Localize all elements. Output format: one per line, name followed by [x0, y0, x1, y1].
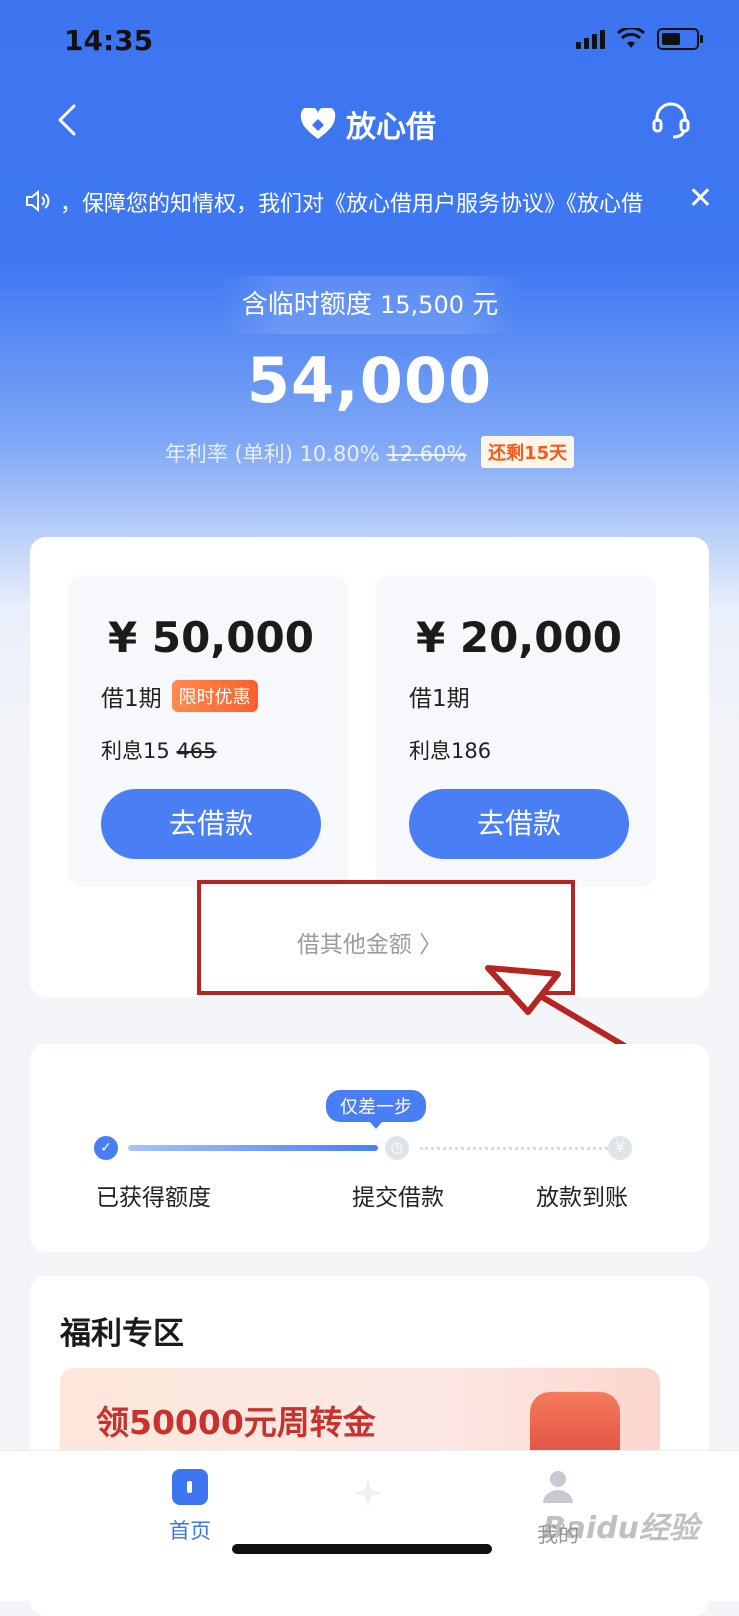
battery-icon	[657, 28, 703, 50]
notice-close-icon[interactable]: ✕	[688, 184, 713, 214]
tab-home-label: 首页	[169, 1519, 211, 1543]
customer-service-icon[interactable]	[649, 98, 693, 142]
clock-icon: ◷	[385, 1136, 409, 1160]
loan-interest: 利息15 465	[101, 735, 217, 765]
limited-offer-badge: 限时优惠	[171, 680, 258, 712]
temporary-limit-unit: 元	[472, 290, 499, 320]
progress-track-complete	[128, 1145, 378, 1151]
temporary-limit-amount: 15,500	[380, 291, 464, 319]
home-icon	[172, 1469, 208, 1505]
credit-limit-amount: 54,000	[246, 344, 493, 417]
check-icon: ✓	[94, 1136, 118, 1160]
temporary-limit-banner: 含临时额度 15,500 元	[220, 276, 520, 334]
watermark: Baidu经验	[542, 1511, 699, 1546]
notice-text: ，保障您的知情权，我们对《放心借用户服务协议》《放心借	[60, 192, 644, 217]
step-label: 提交借款	[352, 1185, 444, 1211]
loan-term-row: 借1期 限时优惠	[101, 679, 258, 713]
interest-value: 利息15	[101, 739, 170, 763]
back-icon[interactable]	[50, 100, 90, 140]
user-icon	[543, 1471, 573, 1503]
promo-banner-text: 领50000元周转金	[96, 1403, 376, 1442]
remaining-days-badge: 还剩15天	[481, 436, 575, 468]
loan-amount: ¥ 50,000	[108, 613, 314, 662]
one-step-left-badge: 仅差一步	[326, 1090, 426, 1129]
bottom-tab-bar: 首页 我的 Baidu经验	[0, 1450, 739, 1601]
section-title: 福利专区	[60, 1316, 184, 1352]
borrow-button[interactable]: 去借款	[101, 789, 321, 859]
page-title: 放心借	[346, 110, 436, 145]
speaker-icon	[26, 189, 50, 213]
loan-term-row: 借1期	[409, 679, 470, 713]
tab-home[interactable]: 首页	[150, 1469, 230, 1545]
borrow-button[interactable]: 去借款	[409, 789, 629, 859]
loan-option-50000[interactable]: ¥ 50,000 借1期 限时优惠 利息15 465 去借款	[68, 575, 348, 887]
wifi-icon	[617, 28, 645, 48]
cellular-signal-icon	[576, 29, 605, 49]
nav-bar: 放心借	[0, 86, 739, 156]
loan-progress-card: 仅差一步 ✓ ◷ ¥ 已获得额度 提交借款 放款到账	[30, 1044, 709, 1252]
interest-original-struck: 465	[176, 739, 217, 763]
sparkle-icon[interactable]	[348, 1473, 388, 1513]
step-label: 已获得额度	[96, 1185, 211, 1211]
loan-term: 借1期	[409, 686, 470, 712]
home-indicator	[232, 1544, 492, 1554]
status-icons	[576, 28, 703, 50]
interest-rate-line: 年利率 (单利) 10.80% 12.60% 还剩15天	[0, 436, 739, 468]
loan-amount: ¥ 20,000	[416, 613, 622, 662]
original-rate: 12.60%	[386, 442, 467, 466]
notice-bar: ，保障您的知情权，我们对《放心借用户服务协议》《放心借 ✕	[0, 178, 739, 224]
app-brand: 放心借	[300, 102, 436, 146]
interest-value: 利息186	[409, 739, 492, 763]
loan-option-20000[interactable]: ¥ 20,000 借1期 利息186 去借款	[376, 575, 656, 887]
status-time: 14:35	[64, 24, 154, 57]
yuan-icon: ¥	[608, 1136, 632, 1160]
temporary-limit-label: 含临时额度	[241, 290, 372, 320]
heart-logo-icon	[300, 108, 336, 139]
loan-term: 借1期	[101, 686, 162, 712]
progress-track-pending	[420, 1147, 620, 1150]
interest-rate-label: 年利率 (单利) 10.80%	[164, 442, 380, 466]
status-bar: 14:35	[0, 0, 739, 80]
loan-interest: 利息186	[409, 735, 491, 765]
step-label: 放款到账	[536, 1185, 628, 1211]
